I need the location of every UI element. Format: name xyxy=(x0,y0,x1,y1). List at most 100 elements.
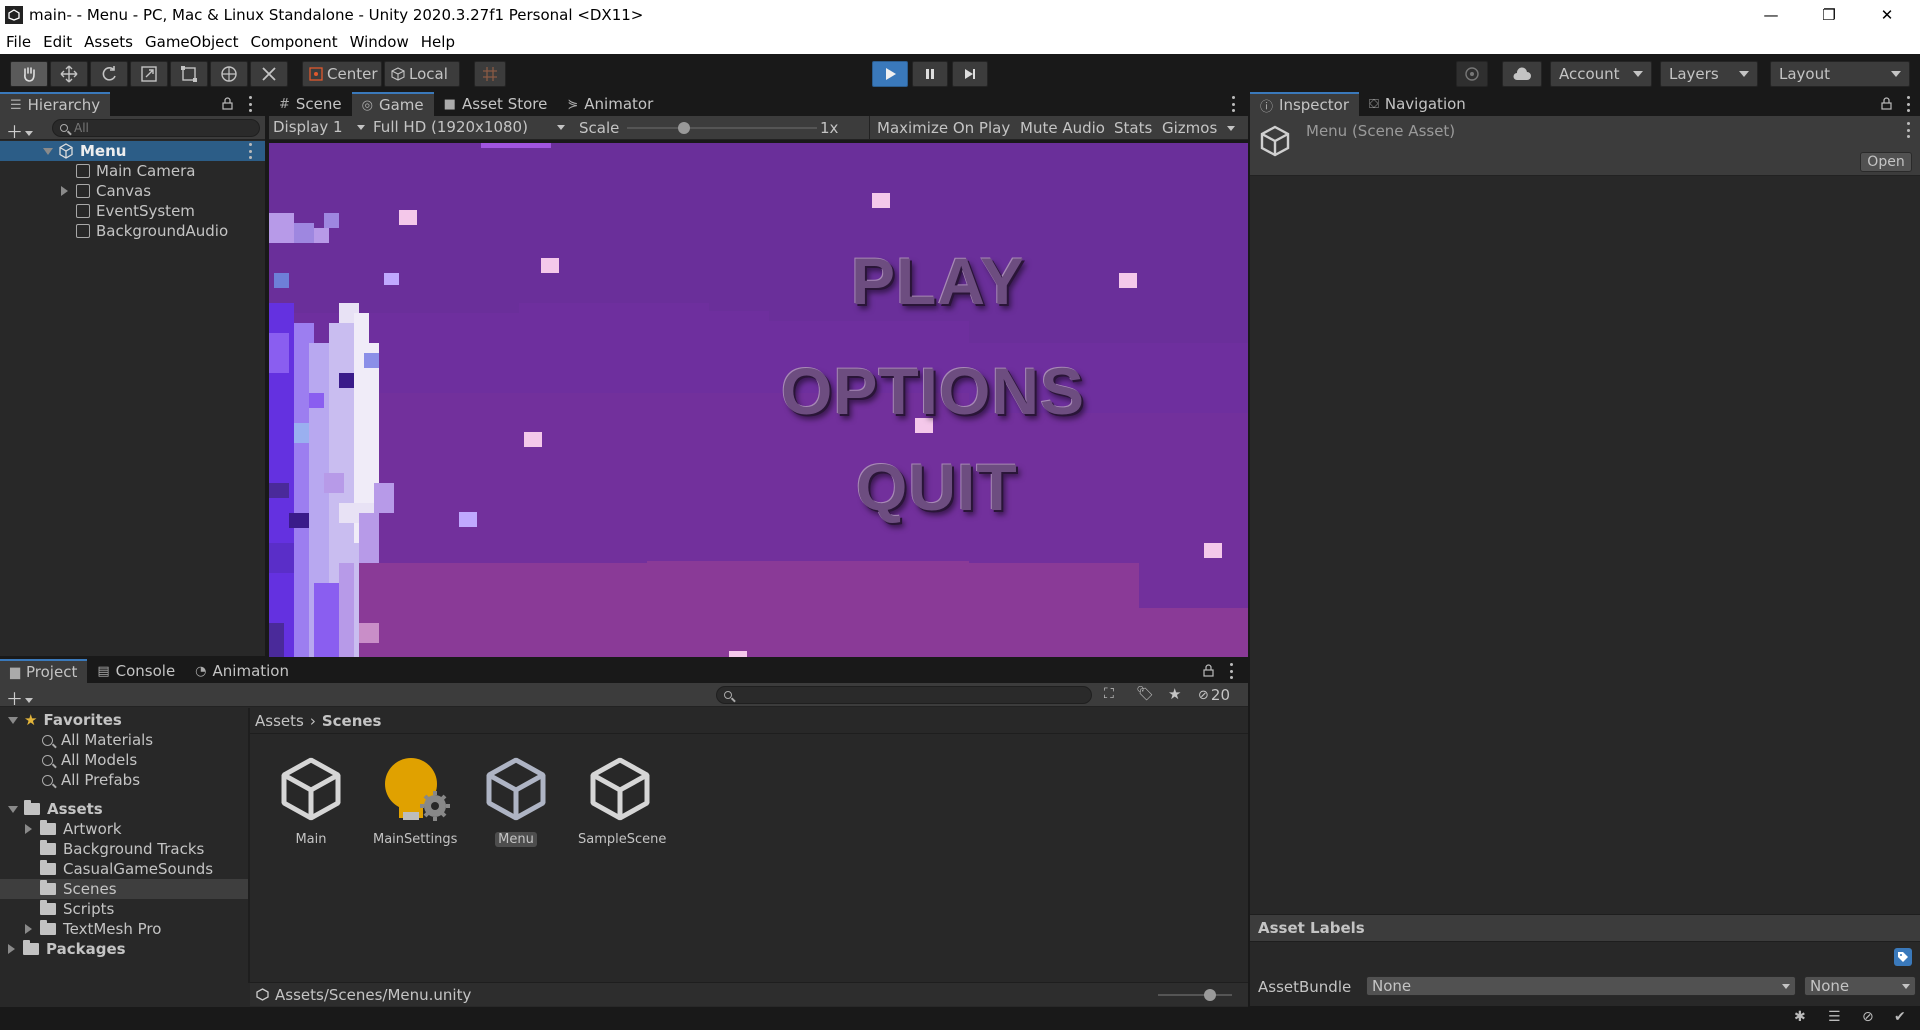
expand-arrow-icon[interactable] xyxy=(8,716,18,724)
gizmos-dropdown[interactable]: Gizmos xyxy=(1162,119,1236,137)
layers-dropdown[interactable]: Layers xyxy=(1660,61,1758,87)
expand-arrow-icon[interactable] xyxy=(8,805,18,813)
scale-tool-button[interactable] xyxy=(130,61,168,87)
pivot-center-button[interactable]: Center xyxy=(302,61,382,87)
maximize-button[interactable]: ❐ xyxy=(1800,0,1858,29)
create-icon[interactable]: ＋ xyxy=(6,685,33,710)
scale-slider[interactable] xyxy=(627,122,817,134)
mute-audio-toggle[interactable]: Mute Audio xyxy=(1020,119,1105,137)
favorites-row[interactable]: ★ Favorites xyxy=(0,710,248,730)
stats-toggle[interactable]: Stats xyxy=(1114,119,1152,137)
more-menu-icon[interactable] xyxy=(1228,663,1234,679)
menu-gameobject[interactable]: GameObject xyxy=(139,33,245,51)
tab-inspector[interactable]: ⓘ Inspector xyxy=(1250,92,1359,116)
project-search-input[interactable] xyxy=(716,686,1092,704)
assetbundle-variant-dropdown[interactable]: None xyxy=(1804,976,1916,996)
lock-icon[interactable] xyxy=(222,97,233,110)
asset-item[interactable]: Main xyxy=(266,754,356,847)
maximize-on-play-toggle[interactable]: Maximize On Play xyxy=(877,119,1010,137)
hierarchy-item[interactable]: Canvas xyxy=(0,181,265,201)
asset-item[interactable]: SampleScene xyxy=(575,754,666,847)
display-dropdown[interactable]: Display 1 xyxy=(273,118,365,136)
folder-row[interactable]: Scripts xyxy=(0,899,248,919)
breadcrumb-assets[interactable]: Assets xyxy=(255,712,304,730)
menu-component[interactable]: Component xyxy=(245,33,344,51)
asset-item-selected[interactable]: Menu xyxy=(471,754,561,847)
resolution-dropdown[interactable]: Full HD (1920x1080) xyxy=(373,118,565,136)
menu-help[interactable]: Help xyxy=(415,33,461,51)
transform-tool-button[interactable] xyxy=(210,61,248,87)
icon-size-slider-thumb[interactable] xyxy=(1203,989,1216,1001)
more-menu-icon[interactable] xyxy=(1905,96,1911,112)
grid-snap-button[interactable] xyxy=(474,61,506,87)
expand-arrow-icon[interactable] xyxy=(25,924,32,934)
tab-animation[interactable]: ◔ Animation xyxy=(185,659,299,683)
filter-label-icon[interactable]: 🏷 xyxy=(1136,686,1154,702)
expand-arrow-icon[interactable] xyxy=(8,944,15,954)
filter-type-icon[interactable]: ⛶ xyxy=(1104,686,1114,702)
menu-quit-text[interactable]: QUIT xyxy=(856,449,1018,525)
folder-row-selected[interactable]: Scenes xyxy=(0,879,248,899)
more-menu-icon[interactable] xyxy=(247,96,253,112)
tab-animator[interactable]: ⋟ Animator xyxy=(557,92,663,116)
menu-edit[interactable]: Edit xyxy=(37,33,78,51)
scale-slider-thumb[interactable] xyxy=(678,122,690,134)
hierarchy-item[interactable]: Main Camera xyxy=(0,161,265,181)
folder-row[interactable]: CasualGameSounds xyxy=(0,859,248,879)
lock-icon[interactable] xyxy=(1881,97,1892,110)
rect-tool-button[interactable] xyxy=(170,61,208,87)
more-menu-icon[interactable] xyxy=(1230,96,1236,112)
favorite-item[interactable]: All Models xyxy=(0,750,248,770)
asset-item[interactable]: MainSettings xyxy=(370,754,460,847)
step-button[interactable] xyxy=(952,61,988,87)
menu-file[interactable]: File xyxy=(0,33,37,51)
hierarchy-item[interactable]: BackgroundAudio xyxy=(0,221,265,241)
expand-arrow-icon[interactable] xyxy=(25,824,32,834)
scene-row-menu[interactable]: Menu xyxy=(0,141,265,161)
layout-dropdown[interactable]: Layout xyxy=(1770,61,1910,87)
tab-asset-store[interactable]: ■ Asset Store xyxy=(434,92,558,116)
pivot-local-button[interactable]: Local xyxy=(384,61,460,87)
rotate-tool-button[interactable] xyxy=(90,61,128,87)
folder-row[interactable]: Artwork xyxy=(0,819,248,839)
menu-assets[interactable]: Assets xyxy=(78,33,139,51)
asset-more-icon[interactable] xyxy=(1905,122,1911,138)
play-button[interactable] xyxy=(872,61,908,87)
account-dropdown[interactable]: Account xyxy=(1550,61,1652,87)
collab-button[interactable] xyxy=(1456,61,1488,87)
tab-hierarchy[interactable]: ☰ Hierarchy xyxy=(0,92,111,116)
game-view[interactable]: PLAY OPTIONS QUIT xyxy=(269,143,1248,657)
menu-window[interactable]: Window xyxy=(344,33,415,51)
hidden-packages-toggle[interactable]: ⊘ 20 xyxy=(1198,686,1230,704)
close-button[interactable]: ✕ xyxy=(1858,0,1916,29)
tab-console[interactable]: ▤ Console xyxy=(87,659,185,683)
tab-navigation[interactable]: ⛋ Navigation xyxy=(1359,92,1476,116)
add-icon[interactable]: ＋ xyxy=(6,118,33,143)
assetbundle-dropdown[interactable]: None xyxy=(1366,976,1796,996)
cloud-button[interactable] xyxy=(1502,61,1542,87)
favorite-item[interactable]: All Materials xyxy=(0,730,248,750)
favorite-star-icon[interactable]: ★ xyxy=(1168,685,1181,703)
minimize-button[interactable]: — xyxy=(1742,0,1800,29)
check-circle-icon[interactable]: ✔ xyxy=(1894,1009,1906,1025)
folder-row[interactable]: Background Tracks xyxy=(0,839,248,859)
scene-more-icon[interactable] xyxy=(247,143,253,159)
packages-row[interactable]: Packages xyxy=(0,939,248,959)
layers-stack-icon[interactable]: ☰ xyxy=(1828,1009,1841,1025)
tab-scene[interactable]: # Scene xyxy=(269,92,352,116)
breadcrumb-scenes[interactable]: Scenes xyxy=(322,712,382,730)
network-off-icon[interactable]: ⊘ xyxy=(1862,1009,1874,1025)
assets-root-row[interactable]: Assets xyxy=(0,799,248,819)
custom-tool-button[interactable] xyxy=(250,61,288,87)
folder-row[interactable]: TextMesh Pro xyxy=(0,919,248,939)
lock-icon[interactable] xyxy=(1203,664,1214,677)
bug-icon[interactable]: ✱ xyxy=(1794,1009,1806,1025)
pause-button[interactable] xyxy=(912,61,948,87)
hierarchy-search-input[interactable]: All xyxy=(52,119,260,137)
hierarchy-item[interactable]: EventSystem xyxy=(0,201,265,221)
move-tool-button[interactable] xyxy=(50,61,88,87)
expand-arrow-icon[interactable] xyxy=(43,147,53,155)
tab-game[interactable]: ◎ Game xyxy=(351,92,434,116)
open-button[interactable]: Open xyxy=(1860,152,1912,172)
icon-size-slider[interactable] xyxy=(1158,989,1232,1001)
